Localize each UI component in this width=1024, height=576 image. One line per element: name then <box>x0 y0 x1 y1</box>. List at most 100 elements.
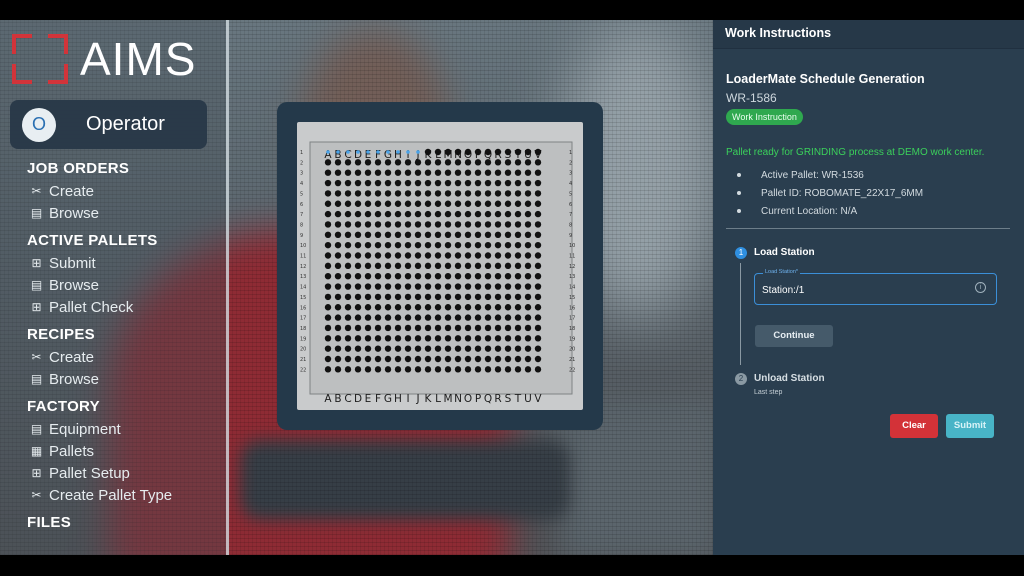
pallet-hole <box>504 366 512 373</box>
pallet-hole <box>534 221 542 228</box>
load-station-field[interactable]: Load Station* Station:/1 i <box>754 269 997 305</box>
pallet-hole <box>404 293 412 301</box>
detail-location: Current Location: N/A <box>761 205 858 217</box>
pallet-hole <box>524 345 532 352</box>
pallet-hole <box>354 252 362 259</box>
sidebar-item[interactable]: ⊞ Pallet Setup <box>30 462 226 484</box>
pallet-hole <box>354 314 362 321</box>
submit-button[interactable]: Submit <box>946 414 994 438</box>
pallet-hole <box>404 262 412 270</box>
pallet-hole <box>414 190 422 197</box>
sidebar-item-label: Browse <box>49 276 100 294</box>
pallet-hole <box>354 159 362 166</box>
pallet-hole <box>504 273 512 280</box>
pallet-hole <box>534 241 542 249</box>
pallet-hole <box>474 210 482 218</box>
pallet-hole <box>434 179 442 187</box>
user-menu[interactable]: O Operator <box>10 100 207 149</box>
row-label-right: 13 <box>569 274 575 280</box>
logo: AIMS <box>12 34 196 84</box>
sidebar-item[interactable]: ✂ Create <box>30 180 226 202</box>
sidebar-item[interactable]: ▦ Pallets <box>30 440 226 462</box>
row-label-left: 21 <box>300 357 306 363</box>
pallet-hole <box>404 345 412 352</box>
pallet-hole <box>414 355 422 363</box>
row-label-right: 19 <box>569 336 575 342</box>
pallet-hole <box>494 148 502 156</box>
pallet-hole <box>514 252 522 259</box>
pallet-hole <box>374 179 382 187</box>
pallet-hole <box>344 159 352 166</box>
row-label-left: 1 <box>300 150 303 156</box>
pallet-hole <box>324 221 332 228</box>
pallet-hole <box>484 293 492 301</box>
pallet-hole <box>334 241 342 249</box>
pallet-hole <box>444 169 452 176</box>
pallet-hole <box>494 231 502 238</box>
pallet-hole <box>484 148 492 156</box>
nav-section-title: ACTIVE PALLETS <box>27 232 158 249</box>
pallet-hole <box>424 159 432 166</box>
clipboard-icon: ▤ <box>30 205 43 220</box>
pallet-hole <box>524 324 532 332</box>
pallet-hole <box>364 200 372 207</box>
pallet-hole <box>524 159 532 166</box>
continue-button[interactable]: Continue <box>755 325 833 347</box>
pallet-hole <box>394 283 402 290</box>
pallet-hole <box>514 241 522 249</box>
user-role: Operator <box>86 113 165 135</box>
pallet-hole <box>414 241 422 249</box>
pallet-hole <box>454 335 462 342</box>
pallet-hole <box>474 324 482 332</box>
pallet-hole <box>334 345 342 352</box>
column-label-bottom: T <box>514 393 522 405</box>
pallet-hole <box>444 231 452 238</box>
pallet-hole <box>394 241 402 249</box>
pallet-grid: AABBCCDDEEFFGGHHIIJJKKLLMMNNOOPPQQRRSSTT… <box>300 141 575 405</box>
sidebar-item[interactable]: ▤ Equipment <box>30 418 226 440</box>
pallet-hole <box>414 231 422 238</box>
pallet-hole-highlighted <box>406 150 410 154</box>
pallet-hole <box>534 200 542 207</box>
pallet-hole <box>364 304 372 311</box>
sidebar-item[interactable]: ⊞ Submit <box>30 252 226 274</box>
pallet-hole <box>374 273 382 280</box>
pallet-hole <box>324 345 332 352</box>
column-label-bottom: H <box>394 393 402 405</box>
pallet-hole <box>504 241 512 249</box>
sidebar-item[interactable]: ✂ Create <box>30 346 226 368</box>
sidebar-item[interactable]: ⊞ Pallet Check <box>30 296 226 318</box>
pallet-hole <box>504 314 512 321</box>
pallet-hole <box>344 283 352 290</box>
pallet-hole <box>434 148 442 156</box>
pallet-hole <box>524 148 532 156</box>
pallet-hole <box>474 231 482 238</box>
pallet-hole <box>534 210 542 218</box>
pallet-hole <box>514 231 522 238</box>
pallet-hole <box>474 252 482 259</box>
pallet-hole <box>444 324 452 332</box>
pallet-hole <box>514 345 522 352</box>
pallet-hole <box>434 314 442 321</box>
nav-section-title: JOB ORDERS <box>27 160 130 177</box>
pallet-hole <box>364 273 372 280</box>
pallet-hole <box>464 148 472 156</box>
pallet-hole <box>424 345 432 352</box>
pallet-hole <box>374 324 382 332</box>
pallet-hole <box>334 159 342 166</box>
pallet-hole <box>334 231 342 238</box>
clear-button[interactable]: Clear <box>890 414 938 438</box>
pallet-hole <box>374 366 382 373</box>
pallet-hole <box>324 179 332 187</box>
sidebar-item[interactable]: ▤ Browse <box>30 368 226 390</box>
info-icon[interactable]: i <box>975 282 986 293</box>
sidebar-item[interactable]: ▤ Browse <box>30 274 226 296</box>
sidebar-item[interactable]: ▤ Browse <box>30 202 226 224</box>
pallet-hole <box>374 241 382 249</box>
sidebar-item[interactable]: ✂ Create Pallet Type <box>30 484 226 506</box>
pallet-hole <box>394 190 402 197</box>
pallet-hole <box>384 221 392 228</box>
pallet-hole <box>524 262 532 270</box>
pallet-hole <box>514 200 522 207</box>
pallet-hole <box>384 273 392 280</box>
